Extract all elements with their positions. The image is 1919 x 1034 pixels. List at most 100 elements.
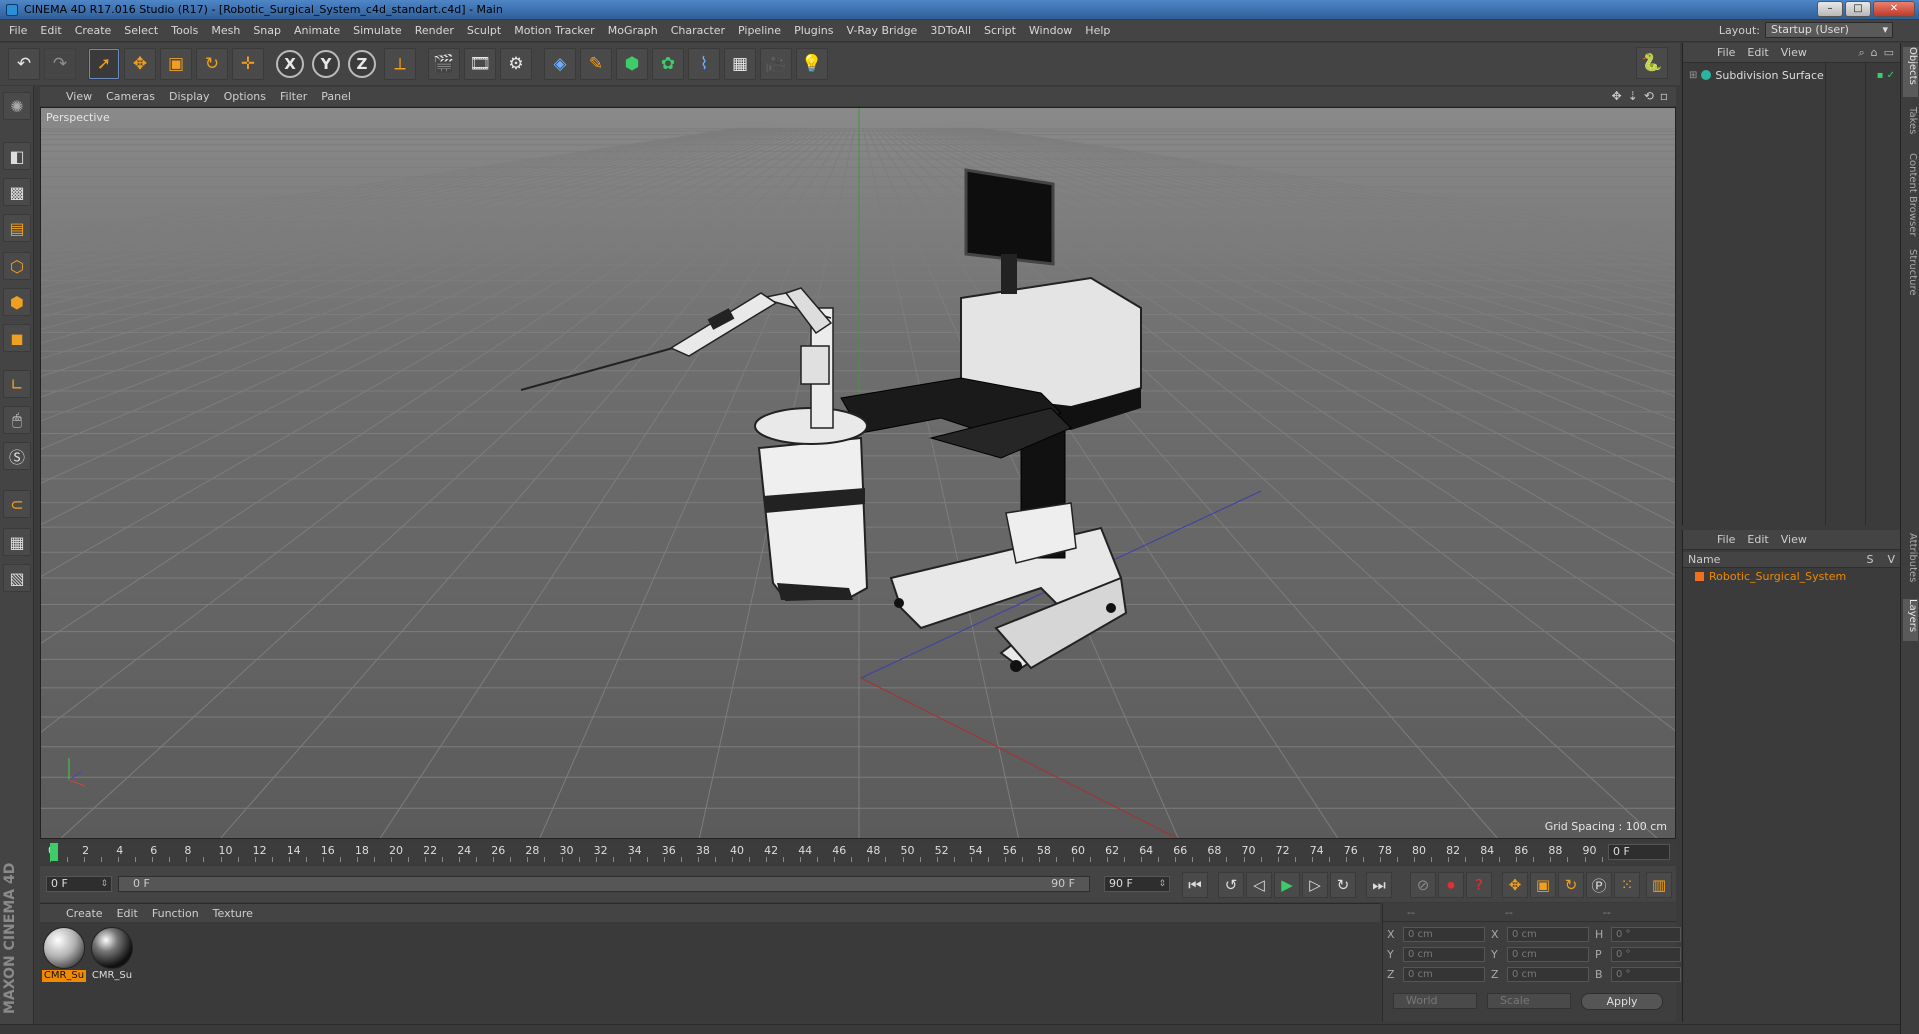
x-axis-lock-button[interactable]: X [276, 50, 304, 78]
close-button[interactable]: ✕ [1873, 1, 1915, 17]
menu-snap[interactable]: Snap [253, 24, 281, 37]
axis-mode-button[interactable]: ∟ [3, 370, 31, 398]
live-selection-button[interactable]: ➚ [88, 48, 120, 80]
model-mode-button[interactable]: ◧ [3, 142, 31, 170]
key-pla-button[interactable]: ⁙ [1614, 872, 1640, 898]
column-solo[interactable]: S [1866, 553, 1873, 566]
timeline-ruler[interactable]: 0246810121416182022242628303234363840424… [40, 842, 1676, 864]
add-nurbs-button[interactable]: ⬢ [616, 48, 648, 80]
object-menu-view[interactable]: View [1781, 46, 1807, 59]
scale-tool-button[interactable]: ▣ [160, 48, 192, 80]
max-time-field[interactable]: 90 F [1104, 876, 1170, 892]
new-window-icon[interactable]: ▭ [1884, 46, 1894, 60]
edges-mode-button[interactable]: ⬢ [3, 288, 31, 316]
viewport-menu-cameras[interactable]: Cameras [106, 90, 155, 103]
add-camera-button[interactable]: 🎥 [760, 48, 792, 80]
key-rotation-button[interactable]: ↻ [1558, 872, 1584, 898]
menu-character[interactable]: Character [671, 24, 725, 37]
workplane-mode-button[interactable]: ▤ [3, 214, 31, 242]
layer-menu-file[interactable]: File [1717, 533, 1735, 546]
menu-mesh[interactable]: Mesh [211, 24, 240, 37]
menu-pipeline[interactable]: Pipeline [738, 24, 781, 37]
object-menu-edit[interactable]: Edit [1747, 46, 1768, 59]
recent-tool-button[interactable]: ✛ [232, 48, 264, 80]
material-swatch[interactable]: CMR_Su [90, 926, 134, 981]
layer-row[interactable]: Robotic_Surgical_System [1695, 570, 1846, 583]
timeline-window-button[interactable]: ▥ [1646, 872, 1672, 898]
material-menu-create[interactable]: Create [66, 907, 103, 920]
search-icon[interactable]: ⌕ [1858, 46, 1864, 60]
lock-workplane-button[interactable]: ▦ [3, 528, 31, 556]
current-frame-field[interactable]: 0 F [1608, 844, 1670, 860]
orbit-icon[interactable]: ⟲ [1644, 89, 1654, 103]
goto-start-button[interactable]: ⏮ [1182, 872, 1208, 898]
viewport-menu-filter[interactable]: Filter [280, 90, 307, 103]
tab-content-browser[interactable]: Content Browser [1903, 153, 1918, 243]
preview-range-slider[interactable]: 0 F 90 F [118, 876, 1090, 892]
render-picture-viewer-button[interactable]: 🎞 [464, 48, 496, 80]
z-axis-lock-button[interactable]: Z [348, 50, 376, 78]
key-scale-button[interactable]: ▣ [1530, 872, 1556, 898]
position-x-field[interactable]: 0 cm [1403, 927, 1485, 942]
viewport-menu-options[interactable]: Options [224, 90, 266, 103]
next-key-button[interactable]: ↻ [1330, 872, 1356, 898]
object-row-subdivision-surface[interactable]: ⊞ Subdivision Surface ▪ ✓ [1689, 67, 1895, 83]
add-light-button[interactable]: 💡 [796, 48, 828, 80]
add-spline-button[interactable]: ✎ [580, 48, 612, 80]
polygons-mode-button[interactable]: ◼ [3, 324, 31, 352]
dolly-icon[interactable]: ⇣ [1628, 89, 1638, 103]
menu-help[interactable]: Help [1085, 24, 1110, 37]
column-name[interactable]: Name [1688, 553, 1720, 566]
rotation-b-field[interactable]: 0 ° [1611, 967, 1681, 982]
menu-create[interactable]: Create [75, 24, 112, 37]
menu-3dtoall[interactable]: 3DToAll [930, 24, 971, 37]
menu-tools[interactable]: Tools [171, 24, 198, 37]
python-button[interactable]: 🐍 [1636, 47, 1668, 79]
menu-animate[interactable]: Animate [294, 24, 340, 37]
menu-vray-bridge[interactable]: V-Ray Bridge [846, 24, 917, 37]
rotate-tool-button[interactable]: ↻ [196, 48, 228, 80]
coord-mode-select[interactable]: Scale [1487, 993, 1571, 1009]
menu-script[interactable]: Script [984, 24, 1016, 37]
perspective-viewport[interactable]: Perspective Grid Spacing : 100 cm [40, 107, 1676, 839]
record-keys-button[interactable]: ⊘ [1410, 872, 1436, 898]
key-position-button[interactable]: ✥ [1502, 872, 1528, 898]
play-button[interactable]: ▶ [1274, 872, 1300, 898]
menu-select[interactable]: Select [124, 24, 158, 37]
next-frame-button[interactable]: ▷ [1302, 872, 1328, 898]
material-menu-function[interactable]: Function [152, 907, 199, 920]
render-view-button[interactable]: 🎬 [428, 48, 460, 80]
planar-workplane-button[interactable]: ▧ [3, 564, 31, 592]
maximize-view-icon[interactable]: ▫ [1660, 89, 1668, 103]
sculpt-mode-button[interactable]: ✺ [3, 92, 31, 120]
key-parameter-button[interactable]: Ⓟ [1586, 872, 1612, 898]
undo-button[interactable]: ↶ [8, 48, 40, 80]
menu-file[interactable]: File [9, 24, 27, 37]
viewport-menu-view[interactable]: View [66, 90, 92, 103]
tab-layers[interactable]: Layers [1903, 599, 1918, 641]
material-menu-edit[interactable]: Edit [117, 907, 138, 920]
menu-plugins[interactable]: Plugins [794, 24, 833, 37]
move-tool-button[interactable]: ✥ [124, 48, 156, 80]
expand-icon[interactable]: ⊞ [1689, 70, 1697, 81]
timeline-playhead[interactable] [50, 843, 58, 861]
points-mode-button[interactable]: ⬡ [3, 252, 31, 280]
position-z-field[interactable]: 0 cm [1403, 967, 1485, 982]
material-swatch[interactable]: CMR_Su [42, 926, 86, 982]
material-menu-texture[interactable]: Texture [213, 907, 253, 920]
coord-system-select[interactable]: World [1393, 993, 1477, 1009]
position-y-field[interactable]: 0 cm [1403, 947, 1485, 962]
add-scene-button[interactable]: ▦ [724, 48, 756, 80]
prev-key-button[interactable]: ↺ [1218, 872, 1244, 898]
menu-simulate[interactable]: Simulate [353, 24, 402, 37]
maximize-button[interactable]: □ [1845, 1, 1871, 17]
minimize-button[interactable]: – [1817, 1, 1843, 17]
y-axis-lock-button[interactable]: Y [312, 50, 340, 78]
menu-sculpt[interactable]: Sculpt [467, 24, 501, 37]
tab-attributes[interactable]: Attributes [1903, 533, 1918, 593]
min-time-field[interactable]: 0 F [46, 876, 112, 892]
tab-objects[interactable]: Objects [1903, 47, 1918, 97]
menu-edit[interactable]: Edit [40, 24, 61, 37]
render-settings-button[interactable]: ⚙ [500, 48, 532, 80]
size-x-field[interactable]: 0 cm [1507, 927, 1589, 942]
